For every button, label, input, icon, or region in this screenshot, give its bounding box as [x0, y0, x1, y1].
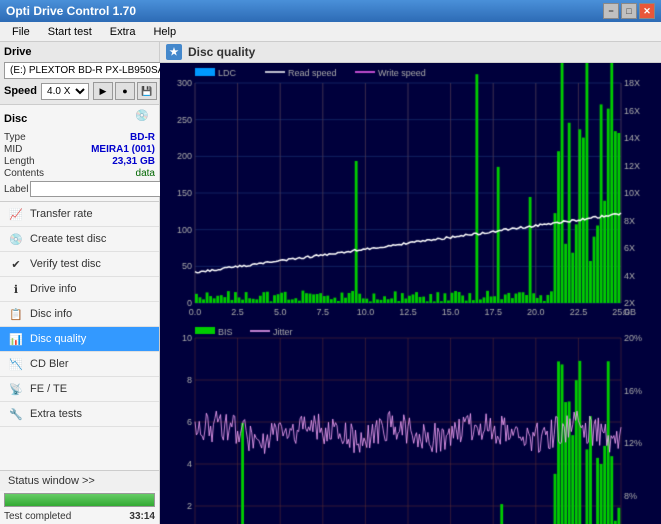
nav-verify-test-disc-label: Verify test disc	[30, 258, 101, 270]
nav-create-test-disc-label: Create test disc	[30, 233, 106, 245]
nav-drive-info[interactable]: ℹ Drive info	[0, 277, 159, 302]
disc-type-label: Type	[4, 132, 26, 143]
upper-chart	[160, 63, 661, 323]
menu-help[interactable]: Help	[145, 24, 184, 40]
drive-info-icon: ℹ	[8, 281, 24, 297]
speed-icon-1[interactable]: ▶	[93, 82, 113, 100]
content-area: ★ Disc quality LDC BIS Avg 0.	[160, 42, 661, 524]
maximize-button[interactable]: □	[621, 3, 637, 19]
window-controls: − □ ✕	[603, 3, 655, 19]
drive-label: Drive	[4, 46, 155, 58]
disc-mid-label: MID	[4, 144, 22, 155]
disc-length-value: 23,31 GB	[112, 156, 155, 167]
minimize-button[interactable]: −	[603, 3, 619, 19]
status-bar: Status window >> Test completed 33:14	[0, 470, 159, 524]
nav-fe-te[interactable]: 📡 FE / TE	[0, 377, 159, 402]
charts-container	[160, 63, 661, 524]
label-input[interactable]	[30, 181, 164, 197]
nav-extra-tests[interactable]: 🔧 Extra tests	[0, 402, 159, 427]
disc-mid-row: MID MEIRA1 (001)	[4, 144, 155, 155]
transfer-rate-icon: 📈	[8, 206, 24, 222]
disc-title: Disc	[4, 113, 27, 125]
status-window-label: Status window >>	[8, 475, 95, 487]
nav-disc-info[interactable]: 📋 Disc info	[0, 302, 159, 327]
app-title: Opti Drive Control 1.70	[6, 4, 136, 18]
nav-disc-quality-label: Disc quality	[30, 333, 86, 345]
drive-section: Drive (E:) PLEXTOR BD-R PX-LB950SA 1.06 …	[0, 42, 159, 105]
drive-select-row: (E:) PLEXTOR BD-R PX-LB950SA 1.06 ⏏	[4, 61, 155, 79]
speed-icon-3[interactable]: 💾	[137, 82, 157, 100]
disc-type-value: BD-R	[130, 132, 155, 143]
speed-icons: ▶ ● 💾	[93, 82, 157, 100]
verify-test-disc-icon: ✔	[8, 256, 24, 272]
disc-contents-label: Contents	[4, 168, 44, 179]
title-bar: Opti Drive Control 1.70 − □ ✕	[0, 0, 661, 22]
disc-icon: 💿	[135, 109, 155, 129]
disc-header: Disc 💿	[4, 109, 155, 129]
progress-bar-fill	[5, 494, 154, 506]
disc-quality-header-icon: ★	[166, 44, 182, 60]
disc-type-row: Type BD-R	[4, 132, 155, 143]
disc-contents-row: Contents data	[4, 168, 155, 179]
cd-bler-icon: 📉	[8, 356, 24, 372]
nav-drive-info-label: Drive info	[30, 283, 76, 295]
close-button[interactable]: ✕	[639, 3, 655, 19]
menu-extra[interactable]: Extra	[102, 24, 144, 40]
nav-create-test-disc[interactable]: 💿 Create test disc	[0, 227, 159, 252]
disc-mid-value: MEIRA1 (001)	[91, 144, 155, 155]
nav-cd-bler-label: CD Bler	[30, 358, 69, 370]
nav-extra-tests-label: Extra tests	[30, 408, 82, 420]
nav-cd-bler[interactable]: 📉 CD Bler	[0, 352, 159, 377]
speed-icon-2[interactable]: ●	[115, 82, 135, 100]
disc-length-row: Length 23,31 GB	[4, 156, 155, 167]
nav-verify-test-disc[interactable]: ✔ Verify test disc	[0, 252, 159, 277]
disc-quality-header: ★ Disc quality	[160, 42, 661, 63]
disc-info-icon: 📋	[8, 306, 24, 322]
disc-quality-icon: 📊	[8, 331, 24, 347]
fe-te-icon: 📡	[8, 381, 24, 397]
extra-tests-icon: 🔧	[8, 406, 24, 422]
create-test-disc-icon: 💿	[8, 231, 24, 247]
menu-start-test[interactable]: Start test	[40, 24, 100, 40]
menu-file[interactable]: File	[4, 24, 38, 40]
nav-fe-te-label: FE / TE	[30, 383, 67, 395]
sidebar: Drive (E:) PLEXTOR BD-R PX-LB950SA 1.06 …	[0, 42, 160, 524]
disc-length-label: Length	[4, 156, 35, 167]
disc-section: Disc 💿 Type BD-R MID MEIRA1 (001) Length…	[0, 105, 159, 202]
menu-bar: File Start test Extra Help	[0, 22, 661, 42]
status-window-button[interactable]: Status window >>	[0, 471, 159, 491]
status-bottom: Test completed 33:14	[0, 509, 159, 524]
nav-menu: 📈 Transfer rate 💿 Create test disc ✔ Ver…	[0, 202, 159, 427]
speed-label: Speed	[4, 85, 37, 97]
nav-transfer-rate-label: Transfer rate	[30, 208, 93, 220]
nav-disc-info-label: Disc info	[30, 308, 72, 320]
disc-label-row: Label 🔍	[4, 181, 155, 197]
lower-chart	[160, 323, 661, 524]
nav-transfer-rate[interactable]: 📈 Transfer rate	[0, 202, 159, 227]
disc-contents-value: data	[136, 168, 155, 179]
main-layout: Drive (E:) PLEXTOR BD-R PX-LB950SA 1.06 …	[0, 42, 661, 524]
disc-quality-title: Disc quality	[188, 45, 255, 59]
nav-disc-quality[interactable]: 📊 Disc quality	[0, 327, 159, 352]
status-text: Test completed	[4, 511, 71, 522]
speed-section: Speed 4.0 X ▶ ● 💾	[4, 82, 155, 100]
disc-label-key: Label	[4, 184, 28, 195]
status-time: 33:14	[129, 511, 155, 522]
progress-bar-container	[4, 493, 155, 507]
speed-select[interactable]: 4.0 X	[41, 83, 89, 100]
